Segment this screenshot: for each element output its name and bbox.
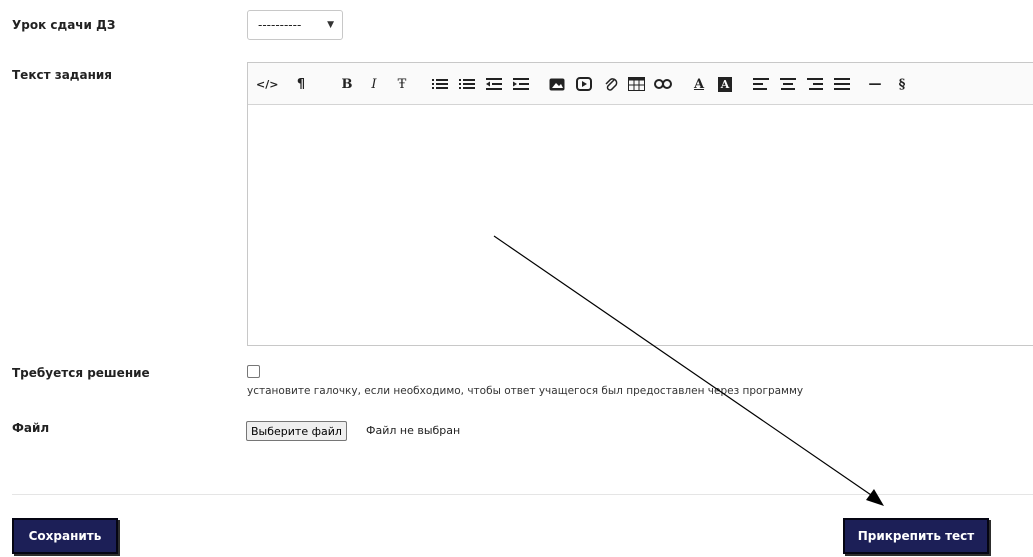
annotation-arrow — [493, 235, 884, 506]
